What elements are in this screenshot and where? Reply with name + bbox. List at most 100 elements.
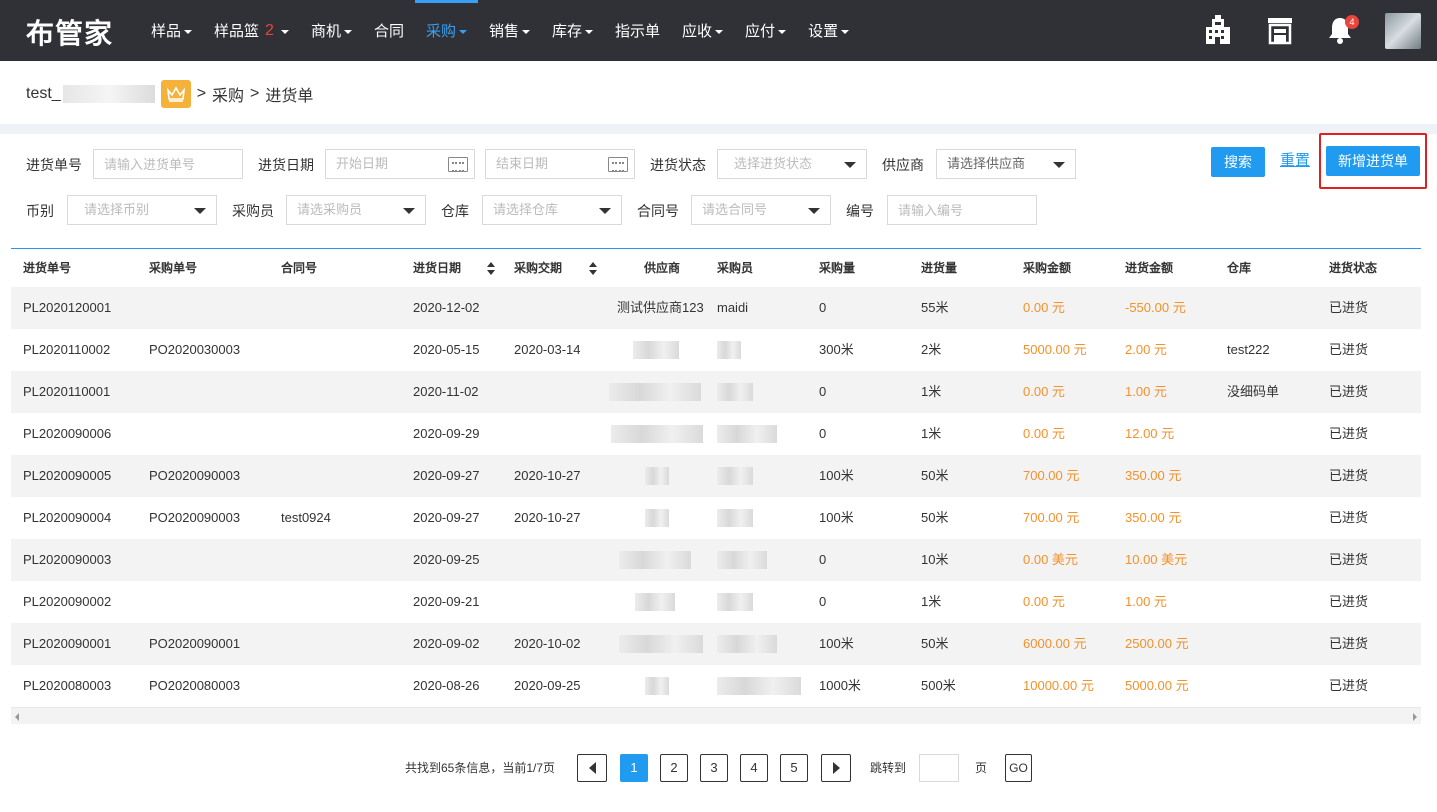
nav-label: 样品 <box>151 23 182 40</box>
user-avatar[interactable] <box>1385 13 1421 49</box>
caret-down-icon <box>599 208 611 214</box>
cell-order[interactable]: PL2020090002 <box>23 581 111 623</box>
contract-select[interactable]: 请选合同号 <box>691 195 831 225</box>
col-header: 采购交期 <box>514 261 563 275</box>
table-row[interactable]: PL2020110002 PO2020030003 2020-05-15 2020-0… <box>11 329 1421 371</box>
table-row[interactable]: PL2020090004 PO2020090003 test0924 2020-09-… <box>11 497 1421 539</box>
cell-po[interactable]: PO2020030003 <box>149 329 240 371</box>
nav-item-sales[interactable]: 销售 <box>478 0 541 61</box>
page-button-2[interactable]: 2 <box>660 754 688 782</box>
page-button-1[interactable]: 1 <box>620 754 648 782</box>
cell-order[interactable]: PL2020090001 <box>23 623 111 665</box>
cell-po[interactable]: PO2020080003 <box>149 665 240 707</box>
cell-po[interactable]: PO2020090003 <box>149 455 240 497</box>
cell-order[interactable]: PL2020120001 <box>23 287 111 329</box>
code-input[interactable] <box>887 195 1037 225</box>
cell-amt: -550.00 元 <box>1125 300 1186 315</box>
horizontal-scrollbar[interactable] <box>11 707 1421 724</box>
nav-item-sample-basket[interactable]: 样品篮 2 <box>203 0 300 61</box>
code-field[interactable] <box>898 196 1036 224</box>
cell-order[interactable]: PL2020090006 <box>23 413 111 455</box>
cell-order[interactable]: PL2020080003 <box>23 665 111 707</box>
currency-select[interactable]: 请选择币别 <box>67 195 217 225</box>
add-purchase-receipt-button[interactable]: 新增进货单 <box>1326 146 1420 176</box>
caret-down-icon <box>194 208 206 214</box>
nav-item-purchasing[interactable]: 采购 <box>414 0 478 61</box>
nav-label: 设置 <box>808 23 839 40</box>
cell-order[interactable]: PL2020090003 <box>23 539 111 581</box>
table-row[interactable]: PL2020110001 2020-11-02 0 1米 0.00 元 1.00 元 没细码… <box>11 371 1421 413</box>
cell-order[interactable]: PL2020090005 <box>23 455 111 497</box>
cell-qty: 1米 <box>921 594 942 609</box>
table-row[interactable]: PL2020090003 2020-09-25 0 10米 0.00 美元 10.00 美… <box>11 539 1421 581</box>
page-button-4[interactable]: 4 <box>740 754 768 782</box>
cell-po[interactable]: PO2020090001 <box>149 623 240 665</box>
go-button[interactable]: GO <box>1005 754 1032 782</box>
cell-order[interactable]: PL2020110001 <box>23 371 110 413</box>
cell-pqty: 100米 <box>819 636 854 651</box>
table-row[interactable]: PL2020090005 PO2020090003 2020-09-27 2020-1… <box>11 455 1421 497</box>
chevron-down-icon <box>778 29 787 34</box>
col-header: 采购金额 <box>1023 261 1072 275</box>
supplier-select[interactable]: 请选择供应商 <box>936 149 1076 179</box>
nav-label: 指示单 <box>615 23 661 40</box>
table-row[interactable]: PL2020090006 2020-09-29 0 1米 0.00 元 12.00 元 已进… <box>11 413 1421 455</box>
prev-page-button[interactable] <box>577 754 607 782</box>
cell-qty: 500米 <box>921 678 956 693</box>
nav-item-contracts[interactable]: 合同 <box>363 0 415 61</box>
breadcrumb-account[interactable]: test_ <box>26 85 61 103</box>
nav-item-receivables[interactable]: 应收 <box>671 0 734 61</box>
start-date-input[interactable]: 开始日期 <box>325 149 475 179</box>
caret-down-icon <box>844 162 856 168</box>
blurred-buyer <box>717 509 753 527</box>
jump-page-field[interactable] <box>920 755 958 781</box>
table-row[interactable]: PL2020080003 PO2020080003 2020-08-26 2020-0… <box>11 665 1421 707</box>
cell-pqty: 0 <box>819 552 827 567</box>
nav-item-opportunities[interactable]: 商机 <box>300 0 363 61</box>
cell-wh: 没细码单 <box>1227 384 1280 399</box>
buyer-placeholder: 请选采购员 <box>297 202 363 217</box>
nav-item-inventory[interactable]: 库存 <box>541 0 604 61</box>
blurred-supplier <box>645 509 669 527</box>
page-button-5[interactable]: 5 <box>780 754 808 782</box>
table-row[interactable]: PL2020090001 PO2020090001 2020-09-02 2020-1… <box>11 623 1421 665</box>
store-icon[interactable] <box>1265 15 1295 45</box>
cell-po[interactable]: PO2020090003 <box>149 497 240 539</box>
warehouse-select[interactable]: 请选择仓库 <box>482 195 622 225</box>
search-button[interactable]: 搜索 <box>1211 147 1265 177</box>
sort-icon[interactable] <box>487 262 495 276</box>
sort-icon[interactable] <box>589 262 597 276</box>
cell-pqty: 100米 <box>819 510 854 525</box>
cell-date: 2020-09-27 <box>413 510 480 525</box>
cell-order[interactable]: PL2020090004 <box>23 497 111 539</box>
end-date-input[interactable]: 结束日期 <box>485 149 635 179</box>
cell-pamt: 10000.00 元 <box>1023 678 1094 693</box>
scroll-right-icon[interactable] <box>1413 713 1417 721</box>
reset-link[interactable]: 重置 <box>1280 146 1310 176</box>
cell-qty: 50米 <box>921 468 949 483</box>
nav-item-instructions[interactable]: 指示单 <box>604 0 671 61</box>
jump-page-input[interactable] <box>919 754 959 782</box>
nav-item-payables[interactable]: 应付 <box>734 0 797 61</box>
cell-pamt: 700.00 元 <box>1023 468 1080 483</box>
table-row[interactable]: PL2020090002 2020-09-21 0 1米 0.00 元 1.00 元 已进货 <box>11 581 1421 623</box>
scroll-left-icon[interactable] <box>15 713 19 721</box>
table-row[interactable]: PL2020120001 2020-12-02 测试供应商123 maidi 0 55米 0… <box>11 287 1421 329</box>
nav-label: 合同 <box>373 23 404 40</box>
cell-qty: 10米 <box>921 552 949 567</box>
nav-item-samples[interactable]: 样品 <box>140 0 203 61</box>
cell-pamt: 5000.00 元 <box>1023 342 1087 357</box>
order-no-field[interactable] <box>104 150 242 178</box>
cell-status: 已进货 <box>1329 468 1369 483</box>
order-no-input[interactable] <box>93 149 243 179</box>
page-button-3[interactable]: 3 <box>700 754 728 782</box>
breadcrumb-purchasing[interactable]: 采购 <box>212 82 244 106</box>
buyer-select[interactable]: 请选采购员 <box>286 195 426 225</box>
status-select[interactable]: 选择进货状态 <box>717 149 867 179</box>
col-header: 进货金额 <box>1125 261 1174 275</box>
app-logo[interactable]: 布管家 <box>26 12 113 52</box>
company-building-icon[interactable] <box>1203 15 1233 45</box>
nav-item-settings[interactable]: 设置 <box>797 0 860 61</box>
cell-order[interactable]: PL2020110002 <box>23 329 110 371</box>
next-page-button[interactable] <box>821 754 851 782</box>
